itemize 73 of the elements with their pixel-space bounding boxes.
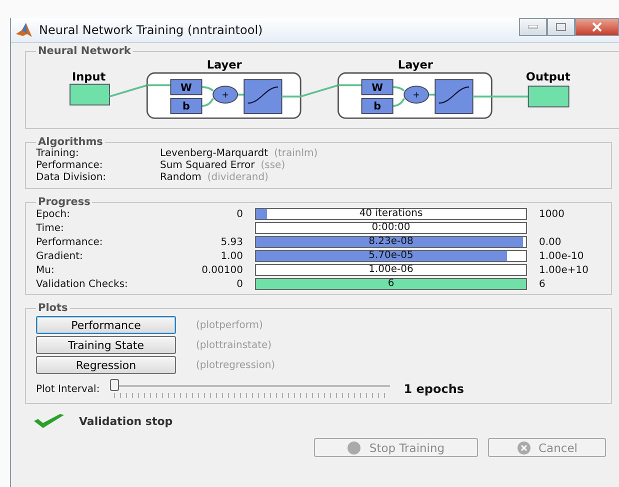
checkmark-icon bbox=[33, 413, 65, 429]
panel-title: Neural Network bbox=[37, 45, 132, 57]
weight-box bbox=[170, 79, 202, 96]
function-name: (plotregression) bbox=[196, 360, 276, 370]
close-icon bbox=[592, 22, 602, 32]
progress-label: Mu: bbox=[36, 264, 56, 276]
input-box bbox=[70, 84, 110, 106]
function-name: (trainlm) bbox=[274, 148, 318, 159]
function-name: (plotperform) bbox=[196, 320, 263, 330]
start-value: 0 bbox=[236, 278, 243, 290]
progress-reading: 8.23e-08 bbox=[368, 236, 414, 247]
window-title: Neural Network Training (nntraintool) bbox=[39, 23, 264, 37]
weight-box bbox=[361, 79, 394, 96]
start-value: 0.00100 bbox=[202, 264, 243, 276]
stop-icon bbox=[347, 440, 362, 454]
algorithm-value: Levenberg-Marquardt bbox=[160, 148, 268, 159]
progress-label: Epoch: bbox=[36, 208, 71, 220]
start-value: 1.00 bbox=[220, 250, 243, 262]
panel-title: Progress bbox=[37, 196, 92, 208]
plot-button[interactable]: Regression bbox=[36, 356, 176, 374]
sigmoid-icon bbox=[244, 79, 282, 114]
app-icon bbox=[15, 22, 33, 38]
sum-node bbox=[212, 86, 238, 104]
progress-label: Gradient: bbox=[36, 250, 84, 262]
sum-label: + bbox=[222, 89, 229, 100]
layer-label: Layer bbox=[398, 58, 433, 72]
weight-label: W bbox=[180, 82, 192, 94]
progress-label: Time: bbox=[36, 222, 65, 234]
start-value: 5.93 bbox=[220, 236, 243, 248]
progress-reading: 40 iterations bbox=[359, 208, 423, 219]
sigmoid-icon bbox=[434, 79, 474, 114]
target-value: 0.00 bbox=[539, 236, 562, 248]
function-name: (sse) bbox=[260, 160, 286, 171]
weight-label: W bbox=[372, 82, 383, 94]
progress-reading: 5.70e-05 bbox=[368, 250, 414, 261]
function-name: (plottrainstate) bbox=[196, 340, 272, 350]
algorithm-value: Random bbox=[160, 172, 202, 183]
target-value: 6 bbox=[539, 278, 546, 290]
output-label: Output bbox=[526, 70, 570, 84]
progress-reading: 6 bbox=[388, 278, 394, 289]
plot-button[interactable]: Performance bbox=[36, 316, 176, 334]
maximize-icon bbox=[556, 23, 566, 31]
algorithm-value: Sum Squared Error bbox=[160, 160, 255, 171]
input-label: Input bbox=[72, 70, 106, 84]
algorithm-label: Performance: bbox=[36, 160, 104, 172]
start-value: 0 bbox=[236, 208, 243, 220]
sum-label: + bbox=[412, 89, 420, 100]
function-name: (dividerand) bbox=[207, 172, 268, 183]
progress-label: Validation Checks: bbox=[36, 278, 129, 290]
minimize-button[interactable] bbox=[519, 18, 547, 36]
bias-box bbox=[361, 98, 394, 114]
minimize-icon bbox=[528, 25, 538, 29]
status-text: Validation stop bbox=[79, 414, 173, 428]
maximize-button[interactable] bbox=[547, 18, 575, 36]
algorithm-label: Data Division: bbox=[36, 172, 108, 184]
target-value: 1000 bbox=[539, 208, 564, 220]
panel-title: Plots bbox=[37, 302, 69, 314]
interval-label: Plot Interval: bbox=[36, 384, 100, 394]
bias-label: b bbox=[374, 100, 381, 113]
plot-button[interactable]: Training State bbox=[36, 336, 176, 354]
target-value: 1.00e+10 bbox=[539, 264, 589, 276]
bias-box bbox=[170, 98, 202, 114]
layer-label: Layer bbox=[206, 58, 242, 72]
algorithm-label: Training: bbox=[36, 148, 80, 160]
interval-reading: 1 epochs bbox=[404, 382, 464, 396]
close-button[interactable] bbox=[575, 18, 619, 36]
cancel-icon bbox=[516, 440, 531, 454]
progress-label: Performance: bbox=[36, 236, 104, 248]
bias-label: b bbox=[182, 100, 190, 113]
output-box bbox=[528, 86, 570, 108]
panel-title: Algorithms bbox=[37, 136, 104, 148]
target-value: 1.00e-10 bbox=[539, 250, 584, 262]
sum-node bbox=[404, 86, 430, 104]
